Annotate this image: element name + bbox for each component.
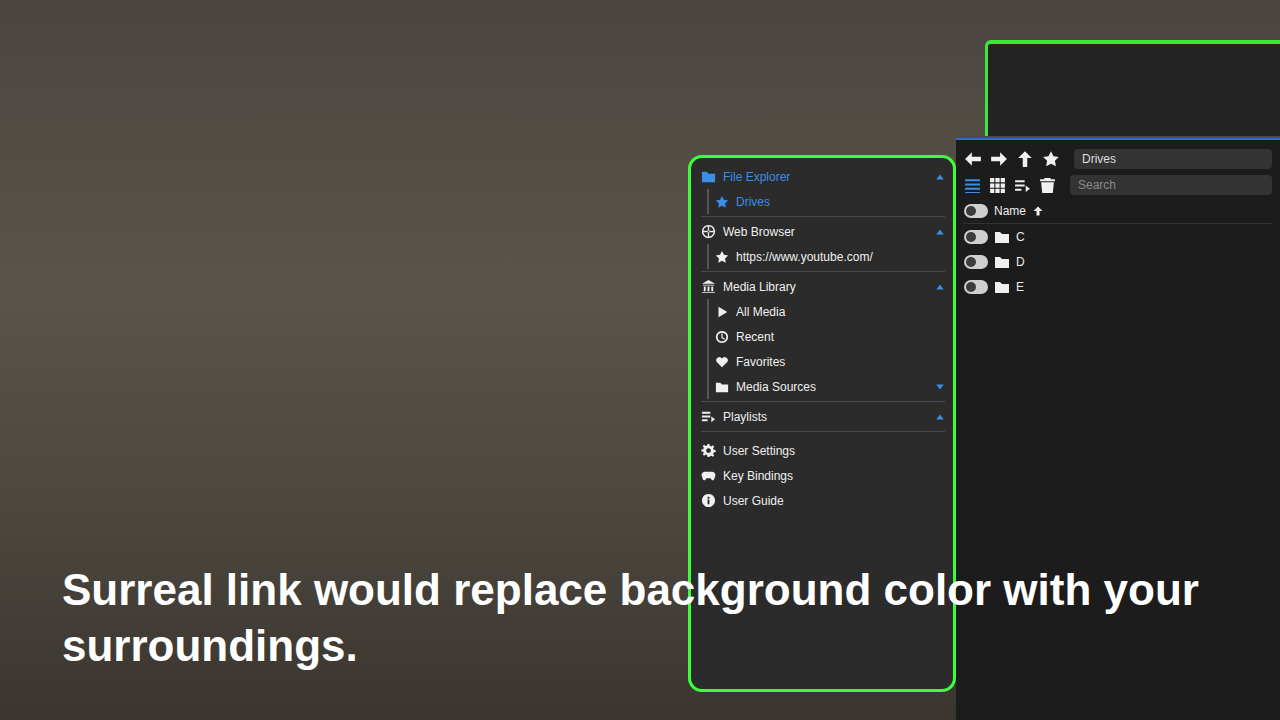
caret-up-icon[interactable]: [935, 172, 945, 182]
sidebar-section: File Explorer Drives: [701, 164, 945, 217]
sidebar-item[interactable]: https://www.youtube.com/: [715, 244, 945, 269]
section-title: Playlists: [723, 410, 767, 424]
globe-icon: [701, 224, 716, 239]
arrow-left-icon[interactable]: [964, 150, 982, 168]
item-label: Media Sources: [736, 380, 816, 394]
play-icon: [715, 305, 729, 319]
column-header[interactable]: Name: [964, 198, 1272, 224]
folder-icon: [715, 380, 729, 394]
footer-label: User Guide: [723, 494, 784, 508]
item-label: All Media: [736, 305, 785, 319]
select-all-toggle[interactable]: [964, 204, 988, 218]
section-title: Web Browser: [723, 225, 795, 239]
playlist-icon[interactable]: [1014, 177, 1031, 194]
sidebar-footer: User Settings Key Bindings User Guide: [701, 438, 945, 513]
footer-item[interactable]: Key Bindings: [701, 463, 945, 488]
section-items: All Media Recent Favorites Media Sources: [707, 299, 945, 399]
path-field[interactable]: Drives: [1074, 149, 1272, 169]
section-header[interactable]: Web Browser: [701, 219, 945, 244]
upper-panel: [985, 40, 1280, 136]
row-toggle[interactable]: [964, 255, 988, 269]
section-header[interactable]: Playlists: [701, 404, 945, 429]
footer-label: User Settings: [723, 444, 795, 458]
column-label: Name: [994, 204, 1026, 218]
arrow-right-icon[interactable]: [990, 150, 1008, 168]
footer-item[interactable]: User Guide: [701, 488, 945, 513]
row-toggle[interactable]: [964, 280, 988, 294]
item-label: Favorites: [736, 355, 785, 369]
section-header[interactable]: Media Library: [701, 274, 945, 299]
view-bar: [964, 172, 1272, 198]
list-view-icon[interactable]: [964, 177, 981, 194]
sidebar-item[interactable]: Media Sources: [715, 374, 945, 399]
sidebar-section: Media Library All Media Recent Favorites Med…: [701, 274, 945, 402]
gamepad-icon: [701, 468, 716, 483]
sidebar-item[interactable]: All Media: [715, 299, 945, 324]
sidebar-item[interactable]: Favorites: [715, 349, 945, 374]
section-title: File Explorer: [723, 170, 790, 184]
drive-row[interactable]: D: [964, 249, 1272, 274]
drive-name: C: [1016, 230, 1025, 244]
section-header[interactable]: File Explorer: [701, 164, 945, 189]
arrow-up-icon[interactable]: [1016, 150, 1034, 168]
drive-row[interactable]: C: [964, 224, 1272, 249]
bank-icon: [701, 279, 716, 294]
folder-icon: [701, 169, 716, 184]
caption: Surreal link would replace background co…: [62, 562, 1232, 674]
star-icon: [715, 195, 729, 209]
drive-name: E: [1016, 280, 1024, 294]
playlist-icon: [701, 409, 716, 424]
sidebar-section: Web Browser https://www.youtube.com/: [701, 219, 945, 272]
star-icon[interactable]: [1042, 150, 1060, 168]
heart-icon: [715, 355, 729, 369]
footer-label: Key Bindings: [723, 469, 793, 483]
sidebar-item[interactable]: Recent: [715, 324, 945, 349]
drive-row[interactable]: E: [964, 274, 1272, 299]
sidebar-section: Playlists: [701, 404, 945, 432]
file-browser-panel: Drives Name CDE: [956, 138, 1280, 720]
drive-name: D: [1016, 255, 1025, 269]
search-field[interactable]: [1070, 175, 1272, 195]
item-label: https://www.youtube.com/: [736, 250, 873, 264]
footer-item[interactable]: User Settings: [701, 438, 945, 463]
section-title: Media Library: [723, 280, 796, 294]
clock-icon: [715, 330, 729, 344]
section-items: https://www.youtube.com/: [707, 244, 945, 269]
navigation-bar: Drives: [964, 146, 1272, 172]
folder-icon: [994, 229, 1010, 245]
grid-icon[interactable]: [989, 177, 1006, 194]
section-items: Drives: [707, 189, 945, 214]
star-icon: [715, 250, 729, 264]
caret-up-icon[interactable]: [935, 412, 945, 422]
gear-icon: [701, 443, 716, 458]
folder-icon: [994, 254, 1010, 270]
folder-icon: [994, 279, 1010, 295]
caret-down-icon[interactable]: [935, 382, 945, 392]
trash-icon[interactable]: [1039, 177, 1056, 194]
sidebar-item[interactable]: Drives: [715, 189, 945, 214]
item-label: Recent: [736, 330, 774, 344]
item-label: Drives: [736, 195, 770, 209]
caret-up-icon[interactable]: [935, 227, 945, 237]
info-icon: [701, 493, 716, 508]
caret-up-icon[interactable]: [935, 282, 945, 292]
sort-up-icon: [1032, 205, 1044, 217]
row-toggle[interactable]: [964, 230, 988, 244]
passthrough-view: File Explorer Drives Web Browser https://ww…: [0, 0, 1280, 720]
